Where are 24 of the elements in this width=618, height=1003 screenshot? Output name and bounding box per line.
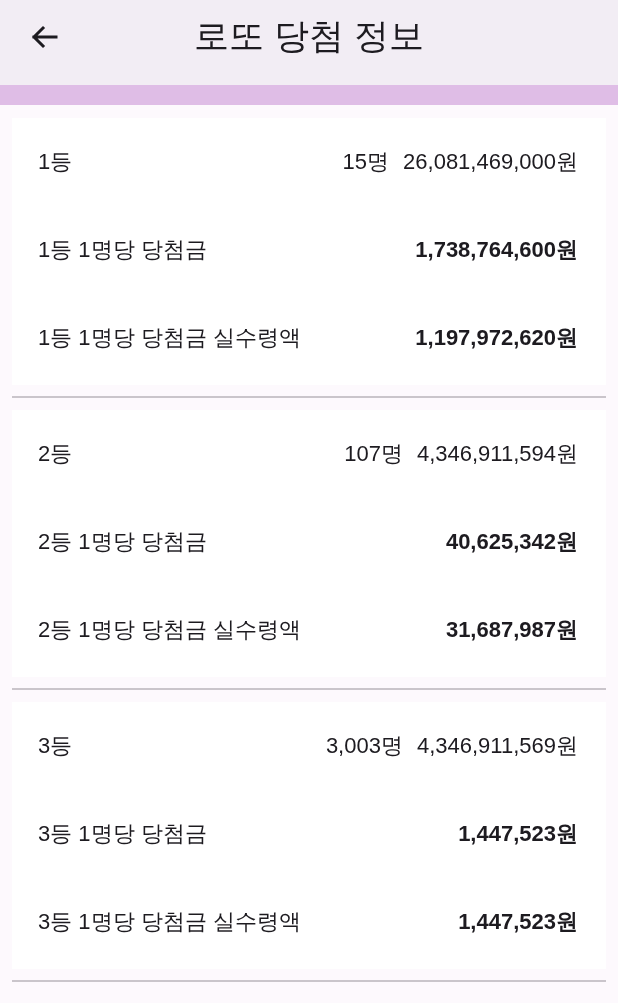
page-title: 로또 당첨 정보	[194, 15, 424, 57]
prize-amount: 31,687,987원	[445, 616, 578, 644]
rank-label: 2등	[38, 440, 73, 468]
total-prize-amount: 4,346,911,594원	[416, 440, 578, 468]
prize-label: 3등 1명당 당첨금 실수령액	[38, 908, 301, 936]
total-prize-amount: 26,081,469,000원	[403, 148, 578, 176]
prize-amount: 1,738,764,600원	[415, 236, 578, 264]
back-arrow-icon	[30, 24, 58, 49]
prize-label: 1등 1명당 당첨금 실수령액	[38, 324, 301, 352]
prize-label: 2등 1명당 당첨금 실수령액	[38, 616, 301, 644]
total-prize-amount: 4,346,911,569원	[416, 732, 578, 760]
prize-label: 3등 1명당 당첨금	[38, 820, 207, 848]
winner-count: 15명	[342, 148, 390, 176]
prize-amount: 1,197,972,620원	[415, 324, 578, 352]
prize-label: 2등 1명당 당첨금	[38, 528, 207, 556]
back-button[interactable]	[30, 24, 58, 49]
prize-amount: 40,625,342원	[445, 528, 578, 556]
prize-amount: 1,447,523원	[458, 820, 578, 848]
prize-label: 1등 1명당 당첨금	[38, 236, 207, 264]
winner-count: 3,003명	[325, 732, 403, 760]
rank-label: 3등	[38, 732, 73, 760]
rank-label: 1등	[38, 148, 73, 176]
winner-count: 107명	[344, 440, 403, 468]
prize-amount: 1,447,523원	[458, 908, 578, 936]
